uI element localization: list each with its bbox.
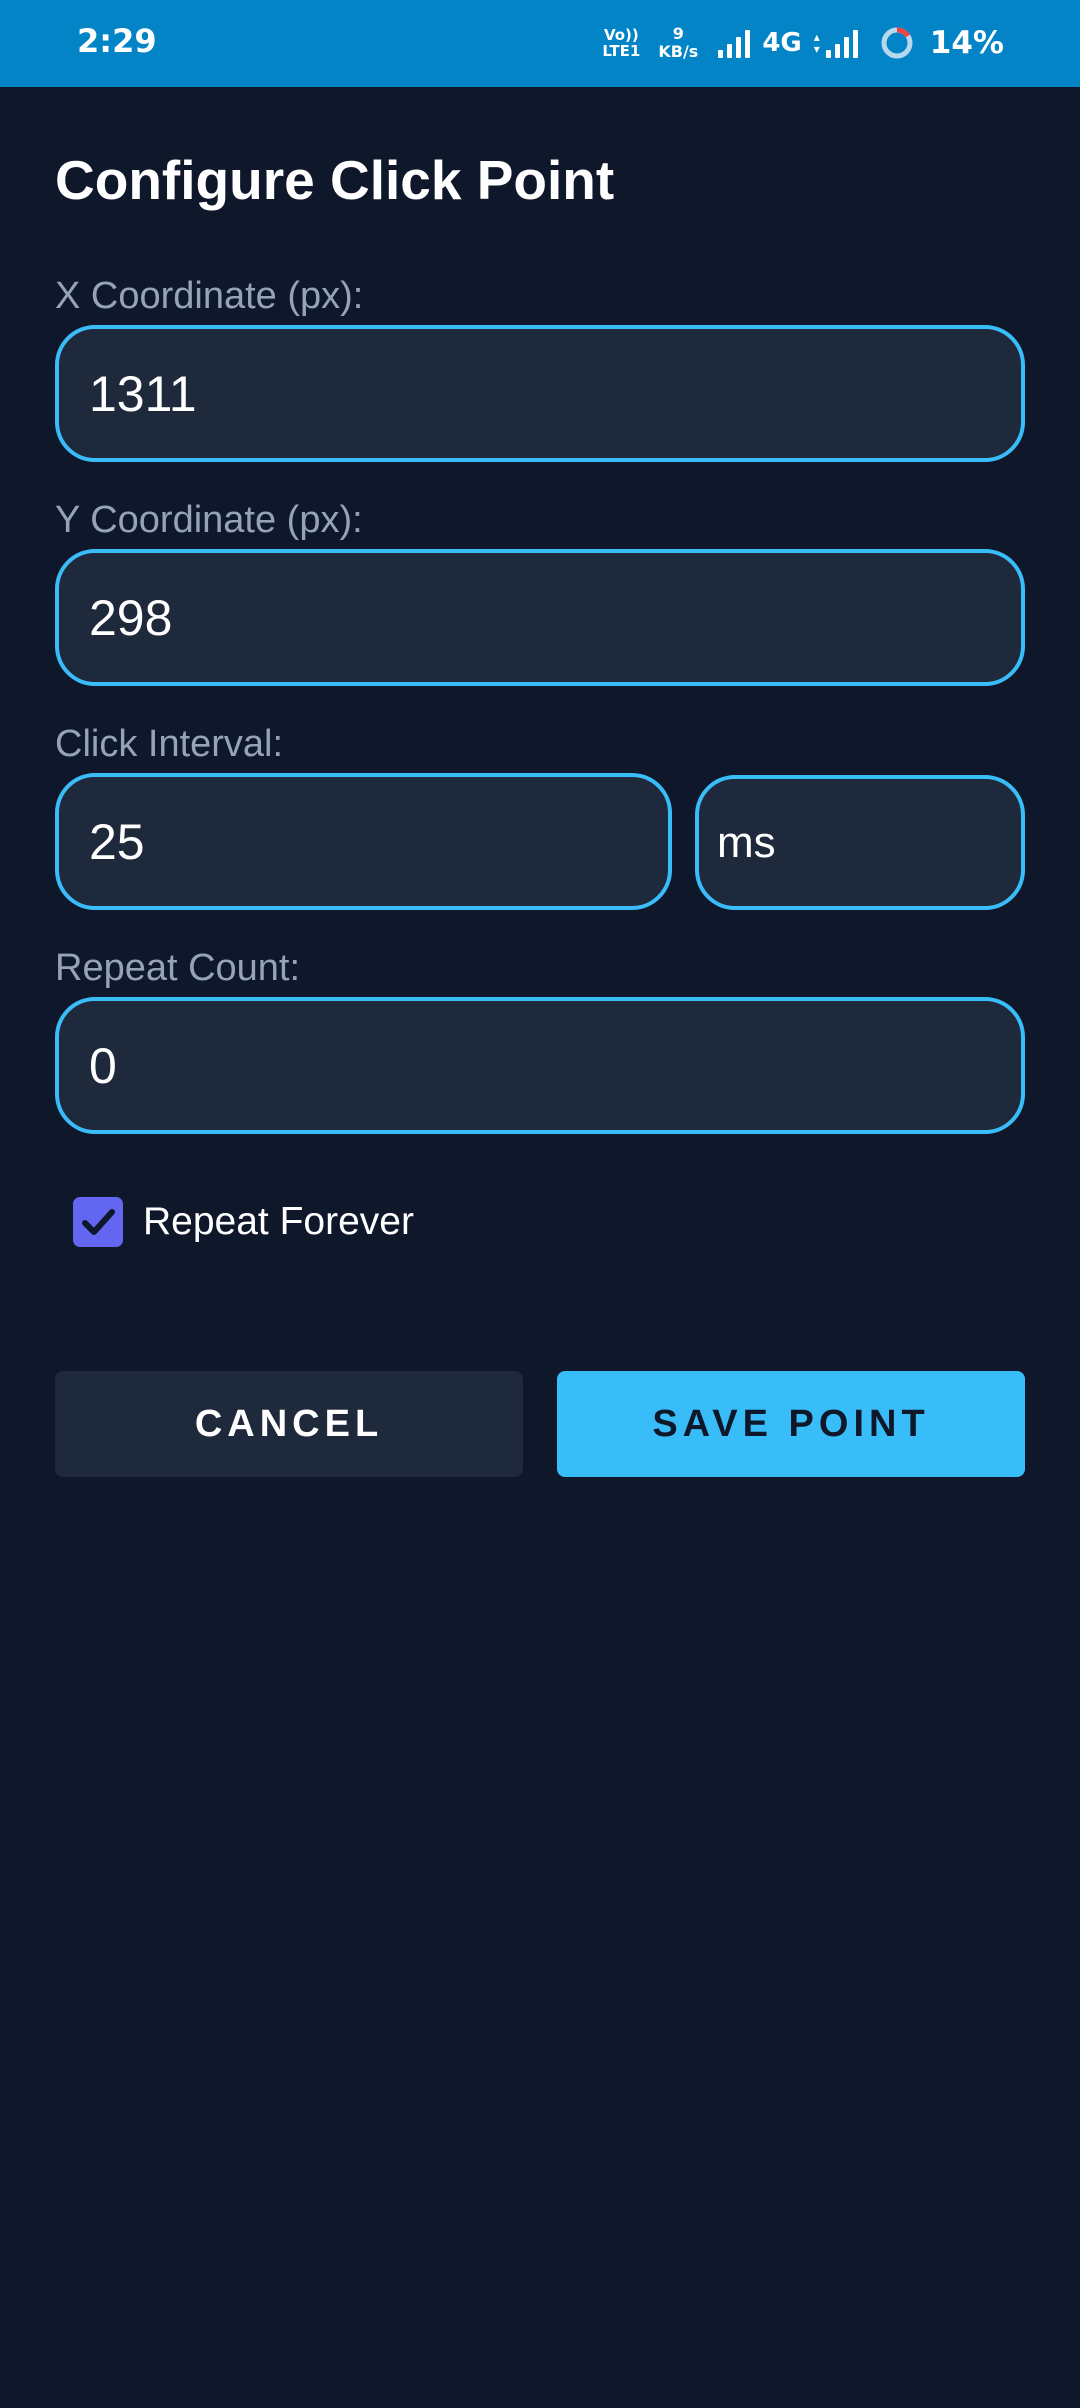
signal-bars-icon: [718, 28, 751, 58]
data-activity-icon: ▴ ▾: [813, 30, 820, 56]
signal-bars-icon-2: [825, 28, 858, 58]
cancel-button[interactable]: CANCEL: [55, 1371, 523, 1477]
x-coordinate-value: 1311: [89, 365, 197, 422]
battery-ring-icon: [881, 27, 913, 59]
status-time: 2:29: [77, 22, 157, 60]
checkmark-icon: [82, 1209, 115, 1235]
click-interval-value: 25: [89, 813, 145, 870]
y-coordinate-input[interactable]: 298: [55, 549, 1025, 686]
repeat-forever-label: Repeat Forever: [143, 1200, 414, 1243]
page-title: Configure Click Point: [55, 149, 615, 211]
repeat-count-input[interactable]: 0: [55, 997, 1025, 1134]
volte-bottom: LTE1: [602, 42, 641, 60]
repeat-count-label: Repeat Count:: [55, 947, 301, 989]
x-coordinate-label: X Coordinate (px):: [55, 275, 364, 317]
volte-indicator: Vo)) LTE1: [602, 27, 640, 59]
interval-unit-select[interactable]: ms: [695, 775, 1025, 910]
network-type: 4G: [762, 28, 802, 58]
y-coordinate-label: Y Coordinate (px):: [55, 499, 363, 541]
click-interval-input[interactable]: 25: [55, 773, 672, 910]
repeat-forever-checkbox[interactable]: [73, 1197, 123, 1247]
y-coordinate-value: 298: [89, 589, 173, 646]
status-icons: Vo)) LTE1 9 KB/s 4G ▴ ▾ 14%: [602, 16, 1004, 70]
network-speed-unit: KB/s: [658, 42, 699, 61]
repeat-forever-row[interactable]: Repeat Forever: [73, 1197, 414, 1247]
repeat-count-value: 0: [89, 1037, 117, 1094]
network-speed: 9 KB/s: [658, 25, 698, 61]
battery-percentage: 14%: [929, 25, 1004, 61]
click-interval-label: Click Interval:: [55, 723, 284, 765]
status-bar: 2:29 Vo)) LTE1 9 KB/s 4G ▴ ▾ 14%: [0, 0, 1080, 87]
interval-unit-value: ms: [717, 817, 776, 867]
x-coordinate-input[interactable]: 1311: [55, 325, 1025, 462]
network-speed-value: 9: [672, 24, 684, 43]
volte-top: Vo)): [603, 26, 639, 44]
save-point-button[interactable]: SAVE POINT: [557, 1371, 1025, 1477]
